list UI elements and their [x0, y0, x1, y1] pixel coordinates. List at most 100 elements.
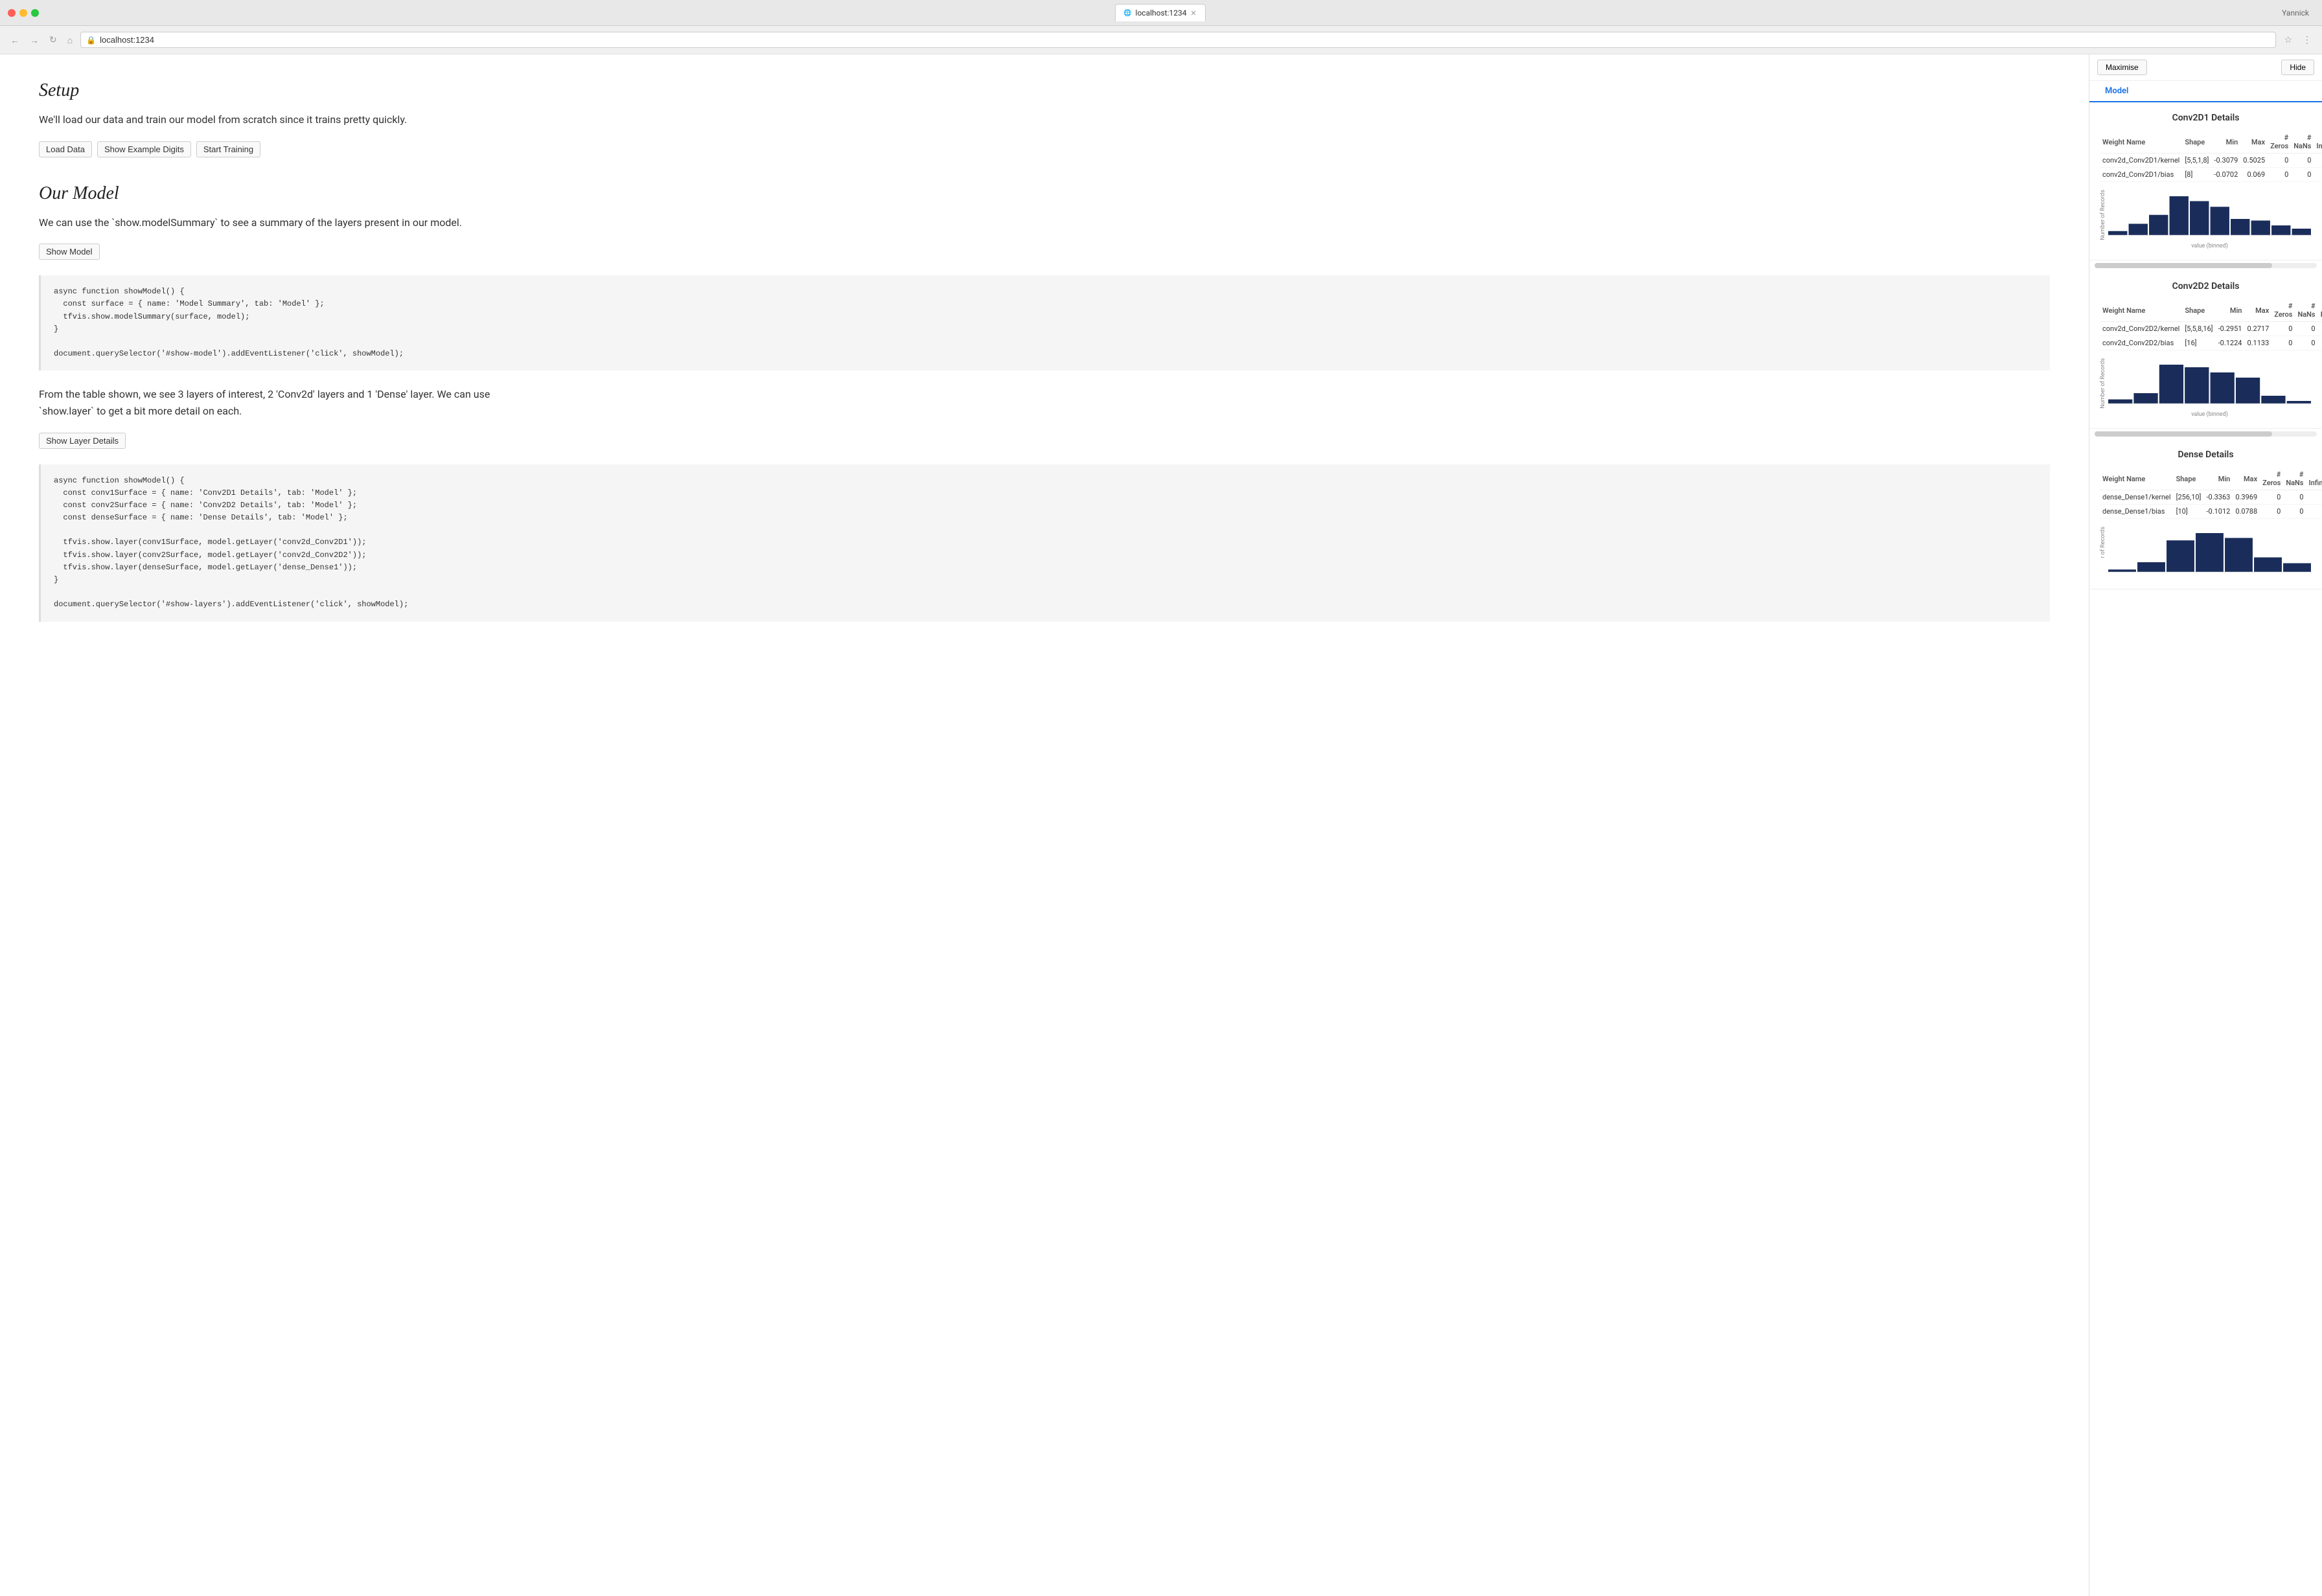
th-zeros-2: #Zeros — [2271, 299, 2295, 322]
setup-title: Setup — [39, 80, 2050, 101]
table-cell: 0 — [2291, 154, 2314, 168]
lock-icon: 🔒 — [86, 36, 96, 45]
table-cell: 0 — [2271, 336, 2295, 350]
dense-histogram: r of Records 0300600 — [2100, 527, 2312, 578]
our-model-section: Our Model We can use the `show.modelSumm… — [39, 183, 2050, 622]
maximise-button[interactable]: Maximise — [2097, 60, 2147, 75]
th-infinity-d: #Infinity — [2306, 468, 2322, 490]
right-panel: Maximise Hide Model Conv2D1 Details Weig… — [2089, 54, 2322, 1596]
table-row: conv2d_Conv2D1/bias[8]-0.07020.069000 — [2100, 168, 2322, 182]
load-data-button[interactable]: Load Data — [39, 141, 92, 157]
th-infir-2: #Infir — [2318, 299, 2322, 322]
browser-window: 🌐 localhost:1234 ✕ Yannick ← → ↻ ⌂ 🔒 ☆ ⋮… — [0, 0, 2322, 1596]
table-cell: 0 — [2260, 505, 2283, 519]
show-model-button[interactable]: Show Model — [39, 244, 100, 260]
table-cell: 0.069 — [2240, 168, 2268, 182]
table-row: dense_Dense1/kernel[256,10]-0.33630.3969… — [2100, 490, 2322, 505]
table-cell: -0.3079 — [2211, 154, 2240, 168]
show-example-digits-button[interactable]: Show Example Digits — [97, 141, 191, 157]
close-button[interactable] — [8, 9, 16, 17]
th-weight-name-2: Weight Name — [2100, 299, 2182, 322]
conv2d2-scrollbar[interactable] — [2095, 431, 2317, 437]
home-button[interactable]: ⌂ — [65, 32, 75, 48]
browser-toolbar: ← → ↻ ⌂ 🔒 ☆ ⋮ — [0, 26, 2322, 54]
table-row: conv2d_Conv2D1/kernel[5,5,1,8]-0.30790.5… — [2100, 154, 2322, 168]
table-row: conv2d_Conv2D2/bias[16]-0.12240.1133000 — [2100, 336, 2322, 350]
table-cell: dense_Dense1/bias — [2100, 505, 2174, 519]
conv2d1-title: Conv2D1 Details — [2100, 113, 2312, 123]
table-cell: -0.1224 — [2216, 336, 2245, 350]
conv2d1-x-axis-label: value (binned) — [2108, 243, 2312, 249]
table-cell: -0.0702 — [2211, 168, 2240, 182]
address-bar[interactable] — [100, 35, 2270, 45]
table-row: dense_Dense1/bias[10]-0.10120.0788000 — [2100, 505, 2322, 519]
maximize-button[interactable] — [31, 9, 39, 17]
th-zeros: #Zeros — [2268, 131, 2291, 154]
conv2d1-histogram: Number of Records 02448 value (binned) — [2100, 190, 2312, 249]
th-nans-d: #NaNs — [2283, 468, 2306, 490]
table-cell: dense_Dense1/kernel — [2100, 490, 2174, 505]
table-row: conv2d_Conv2D2/kernel[5,5,8,16]-0.29510.… — [2100, 322, 2322, 336]
address-bar-container: 🔒 — [80, 32, 2276, 48]
th-shape-d: Shape — [2174, 468, 2204, 490]
conv2d1-section: Conv2D1 Details Weight Name Shape Min Ma… — [2089, 102, 2322, 260]
show-layers-code: async function showModel() { const conv1… — [39, 464, 2050, 622]
back-button[interactable]: ← — [8, 32, 22, 48]
table-cell: -0.3363 — [2203, 490, 2233, 505]
dense-table: Weight Name Shape Min Max #Zeros #NaNs #… — [2100, 468, 2322, 519]
table-cell: conv2d_Conv2D1/bias — [2100, 168, 2182, 182]
tab-title: localhost:1234 — [1136, 8, 1187, 17]
table-cell: [16] — [2182, 336, 2215, 350]
tab-favicon: 🌐 — [1123, 10, 1131, 17]
th-weight-name-d: Weight Name — [2100, 468, 2174, 490]
th-min-2: Min — [2216, 299, 2245, 322]
tab-model[interactable]: Model — [2097, 81, 2136, 102]
menu-button[interactable]: ⋮ — [2300, 32, 2314, 48]
forward-button[interactable]: → — [27, 32, 41, 48]
conv2d1-table: Weight Name Shape Min Max #Zeros #NaNs #… — [2100, 131, 2322, 182]
table-cell: 0 — [2283, 490, 2306, 505]
table-cell: 0 — [2268, 154, 2291, 168]
show-layer-details-button[interactable]: Show Layer Details — [39, 433, 126, 449]
conv2d2-histogram: Number of Records 0300600 value (binned) — [2100, 358, 2312, 418]
table-cell: conv2d_Conv2D2/bias — [2100, 336, 2182, 350]
th-zeros-d: #Zeros — [2260, 468, 2283, 490]
conv2d2-title: Conv2D2 Details — [2100, 281, 2312, 291]
th-infini: #Infini — [2314, 131, 2322, 154]
our-model-description2: From the table shown, we see 3 layers of… — [39, 386, 492, 419]
table-cell: -0.1012 — [2203, 505, 2233, 519]
conv2d2-table: Weight Name Shape Min Max #Zeros #NaNs #… — [2100, 299, 2322, 350]
panel-tabs: Model — [2089, 81, 2322, 102]
tab-close-icon[interactable]: ✕ — [1190, 9, 1196, 17]
conv2d2-y-axis-label: Number of Records — [2100, 358, 2106, 409]
table-cell: [5,5,8,16] — [2182, 322, 2215, 336]
table-cell: -0.2951 — [2216, 322, 2245, 336]
minimize-button[interactable] — [19, 9, 27, 17]
th-min: Min — [2211, 131, 2240, 154]
table-cell: 0 — [2260, 490, 2283, 505]
conv2d1-scrollbar[interactable] — [2095, 263, 2317, 268]
main-layout: Setup We'll load our data and train our … — [0, 54, 2322, 1596]
bookmark-button[interactable]: ☆ — [2281, 32, 2295, 48]
table-cell: 0 — [2314, 168, 2322, 182]
table-cell: [8] — [2182, 168, 2211, 182]
table-cell: 0 — [2306, 505, 2322, 519]
table-cell: [256,10] — [2174, 490, 2204, 505]
panel-topbar: Maximise Hide — [2089, 54, 2322, 81]
browser-tab[interactable]: 🌐 localhost:1234 ✕ — [1115, 4, 1206, 21]
show-model-code: async function showModel() { const surfa… — [39, 275, 2050, 370]
reload-button[interactable]: ↻ — [47, 32, 60, 48]
start-training-button[interactable]: Start Training — [196, 141, 260, 157]
th-nans: #NaNs — [2291, 131, 2314, 154]
show-model-button-row: Show Model — [39, 244, 2050, 260]
dense-section: Dense Details Weight Name Shape Min Max … — [2089, 439, 2322, 589]
table-cell: 0 — [2271, 322, 2295, 336]
table-cell: 0.1133 — [2244, 336, 2271, 350]
th-max-d: Max — [2233, 468, 2260, 490]
table-cell: 0 — [2295, 336, 2317, 350]
table-cell: conv2d_Conv2D2/kernel — [2100, 322, 2182, 336]
hide-button[interactable]: Hide — [2281, 60, 2314, 75]
table-cell: 0 — [2318, 322, 2322, 336]
table-cell: 0 — [2314, 154, 2322, 168]
our-model-title: Our Model — [39, 183, 2050, 204]
